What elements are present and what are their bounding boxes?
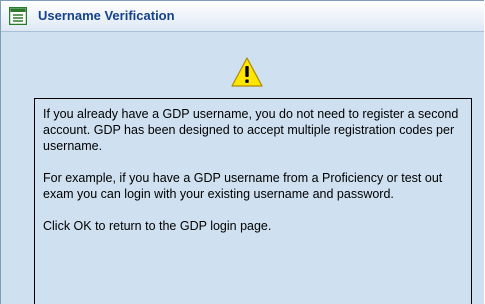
message-paragraph: Click OK to return to the GDP login page… (43, 219, 272, 233)
dialog-title: Username Verification (38, 8, 175, 23)
message-paragraph: For example, if you have a GDP username … (43, 171, 443, 201)
form-icon (8, 6, 28, 26)
message-box: If you already have a GDP username, you … (34, 98, 472, 304)
warning-icon (231, 56, 263, 88)
message-paragraph: If you already have a GDP username, you … (43, 107, 459, 153)
dialog-titlebar: Username Verification (1, 1, 484, 32)
username-verification-dialog: Username Verification If you already hav… (0, 0, 484, 304)
